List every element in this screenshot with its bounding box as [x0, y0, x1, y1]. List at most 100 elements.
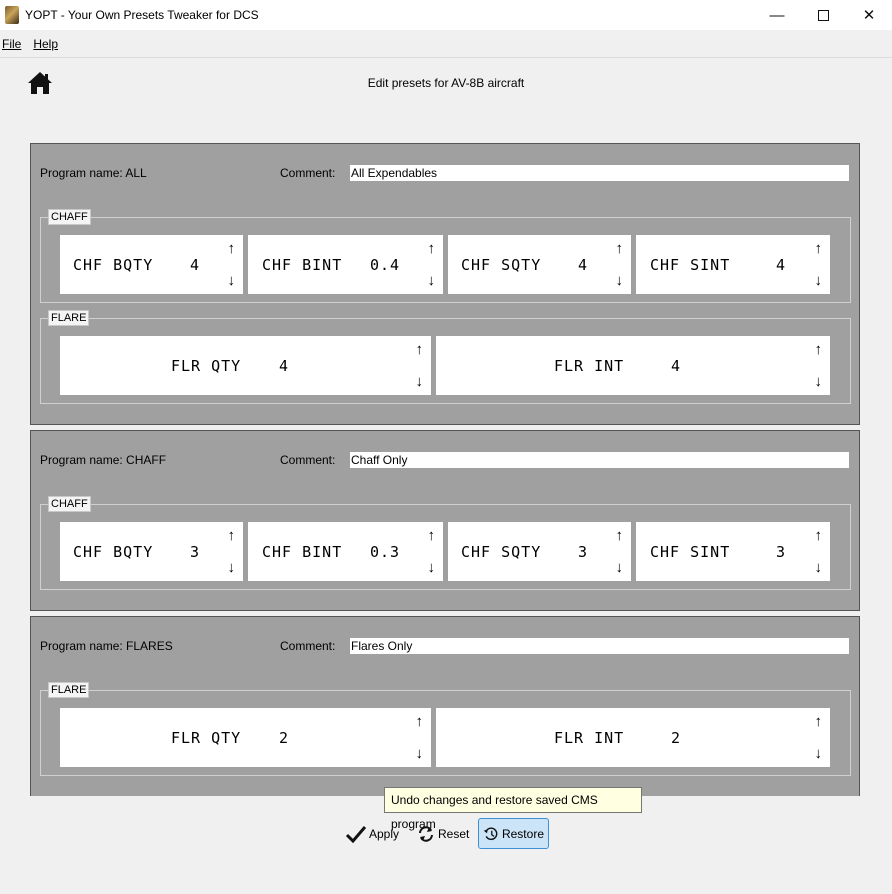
arrow-up-icon[interactable]: ↑ — [616, 528, 624, 543]
menu-help[interactable]: Help — [33, 37, 58, 51]
reset-label: Reset — [438, 826, 470, 841]
program-name: Program name: ALL — [40, 166, 147, 180]
field-label: CHF SQTY — [461, 543, 542, 561]
arrow-up-icon[interactable]: ↑ — [815, 342, 823, 357]
flr-qty-spinner[interactable]: FLR QTY 2 ↑ ↓ — [60, 708, 431, 767]
comment-label: Comment: — [280, 453, 336, 467]
maximize-icon — [817, 9, 829, 21]
page-title: Edit presets for AV-8B aircraft — [367, 76, 525, 90]
comment-label: Comment: — [280, 639, 336, 653]
apply-button[interactable]: Apply — [346, 818, 399, 849]
field-label: CHF BQTY — [73, 256, 154, 274]
arrow-down-icon[interactable]: ↓ — [416, 374, 424, 389]
checkmark-icon — [346, 825, 366, 843]
field-value: 0.4 — [370, 256, 401, 274]
field-label: CHF BINT — [262, 256, 343, 274]
program-chaff: Program name: CHAFF Comment: Chaff Only … — [30, 430, 860, 611]
restore-tooltip: Undo changes and restore saved CMS progr… — [384, 787, 642, 831]
menu-separator — [0, 57, 892, 58]
arrow-down-icon[interactable]: ↓ — [616, 560, 624, 575]
arrow-up-icon[interactable]: ↑ — [416, 342, 424, 357]
comment-input[interactable]: Chaff Only — [349, 451, 850, 469]
arrow-up-icon[interactable]: ↑ — [428, 241, 436, 256]
chf-sint-spinner[interactable]: CHF SINT 4 ↑ ↓ — [636, 235, 830, 294]
program-name: Program name: CHAFF — [40, 453, 167, 467]
chaff-group: CHAFF CHF BQTY 4 ↑ ↓ CHF BINT 0.4 ↑ ↓ CH… — [40, 209, 851, 303]
reset-icon — [419, 825, 433, 842]
field-label: FLR INT — [554, 729, 625, 747]
flr-qty-spinner[interactable]: FLR QTY 4 ↑ ↓ — [60, 336, 431, 395]
field-value: 0.3 — [370, 543, 401, 561]
maximize-button[interactable] — [800, 0, 846, 30]
field-value: 4 — [578, 256, 589, 274]
chf-bqty-spinner[interactable]: CHF BQTY 4 ↑ ↓ — [60, 235, 243, 294]
arrow-up-icon[interactable]: ↑ — [815, 528, 823, 543]
field-value: 3 — [190, 543, 201, 561]
arrow-up-icon[interactable]: ↑ — [428, 528, 436, 543]
chf-sint-spinner[interactable]: CHF SINT 3 ↑ ↓ — [636, 522, 830, 581]
arrow-down-icon[interactable]: ↓ — [228, 560, 236, 575]
program-name: Program name: FLARES — [40, 639, 173, 653]
flare-group-label: FLARE — [48, 310, 90, 326]
flare-group: FLARE FLR QTY 4 ↑ ↓ FLR INT 4 ↑ ↓ — [40, 310, 851, 404]
arrow-up-icon[interactable]: ↑ — [815, 241, 823, 256]
field-label: CHF SQTY — [461, 256, 542, 274]
arrow-down-icon[interactable]: ↓ — [616, 273, 624, 288]
close-icon: ✕ — [862, 7, 876, 24]
reset-button[interactable]: Reset — [417, 818, 469, 849]
flr-int-spinner[interactable]: FLR INT 2 ↑ ↓ — [436, 708, 830, 767]
flare-group: FLARE FLR QTY 2 ↑ ↓ FLR INT 2 ↑ ↓ — [40, 682, 851, 776]
arrow-up-icon[interactable]: ↑ — [228, 241, 236, 256]
field-label: FLR QTY — [171, 357, 242, 375]
menu-bar: File Help — [0, 31, 892, 57]
chf-sqty-spinner[interactable]: CHF SQTY 4 ↑ ↓ — [448, 235, 631, 294]
field-label: CHF BQTY — [73, 543, 154, 561]
field-label: CHF BINT — [262, 543, 343, 561]
comment-input[interactable]: Flares Only — [349, 637, 850, 655]
menu-file[interactable]: File — [2, 37, 21, 51]
comment-label: Comment: — [280, 166, 336, 180]
flare-group-label: FLARE — [48, 682, 90, 698]
minimize-button[interactable]: — — [754, 0, 800, 30]
field-value: 4 — [776, 256, 787, 274]
field-value: 4 — [279, 357, 290, 375]
arrow-up-icon[interactable]: ↑ — [228, 528, 236, 543]
history-icon — [483, 827, 498, 840]
apply-label: Apply — [369, 826, 400, 841]
chaff-group-label: CHAFF — [48, 209, 91, 225]
field-value: 2 — [279, 729, 290, 747]
field-label: CHF SINT — [650, 256, 731, 274]
chf-bint-spinner[interactable]: CHF BINT 0.3 ↑ ↓ — [248, 522, 443, 581]
restore-button[interactable]: Restore — [478, 818, 549, 849]
arrow-up-icon[interactable]: ↑ — [815, 714, 823, 729]
app-icon — [5, 6, 19, 24]
arrow-down-icon[interactable]: ↓ — [815, 746, 823, 761]
program-flares: Program name: FLARES Comment: Flares Onl… — [30, 616, 860, 796]
chf-sqty-spinner[interactable]: CHF SQTY 3 ↑ ↓ — [448, 522, 631, 581]
field-value: 3 — [776, 543, 787, 561]
program-all: Program name: ALL Comment: All Expendabl… — [30, 143, 860, 425]
comment-input[interactable]: All Expendables — [349, 164, 850, 182]
title-bar: YOPT - Your Own Presets Tweaker for DCS … — [0, 0, 892, 30]
arrow-down-icon[interactable]: ↓ — [228, 273, 236, 288]
arrow-down-icon[interactable]: ↓ — [428, 273, 436, 288]
restore-label: Restore — [501, 826, 544, 841]
field-label: FLR INT — [554, 357, 625, 375]
field-value: 4 — [190, 256, 201, 274]
arrow-down-icon[interactable]: ↓ — [815, 273, 823, 288]
arrow-up-icon[interactable]: ↑ — [616, 241, 624, 256]
arrow-down-icon[interactable]: ↓ — [815, 560, 823, 575]
arrow-up-icon[interactable]: ↑ — [416, 714, 424, 729]
arrow-down-icon[interactable]: ↓ — [815, 374, 823, 389]
programs-list[interactable]: Program name: ALL Comment: All Expendabl… — [30, 143, 860, 796]
arrow-down-icon[interactable]: ↓ — [416, 746, 424, 761]
close-button[interactable]: ✕ — [846, 0, 892, 30]
arrow-down-icon[interactable]: ↓ — [428, 560, 436, 575]
chf-bint-spinner[interactable]: CHF BINT 0.4 ↑ ↓ — [248, 235, 443, 294]
chaff-group: CHAFF CHF BQTY 3 ↑ ↓ CHF BINT 0.3 ↑ ↓ CH… — [40, 496, 851, 590]
field-label: FLR QTY — [171, 729, 242, 747]
chf-bqty-spinner[interactable]: CHF BQTY 3 ↑ ↓ — [60, 522, 243, 581]
field-label: CHF SINT — [650, 543, 731, 561]
minimize-icon: — — [769, 6, 785, 24]
flr-int-spinner[interactable]: FLR INT 4 ↑ ↓ — [436, 336, 830, 395]
